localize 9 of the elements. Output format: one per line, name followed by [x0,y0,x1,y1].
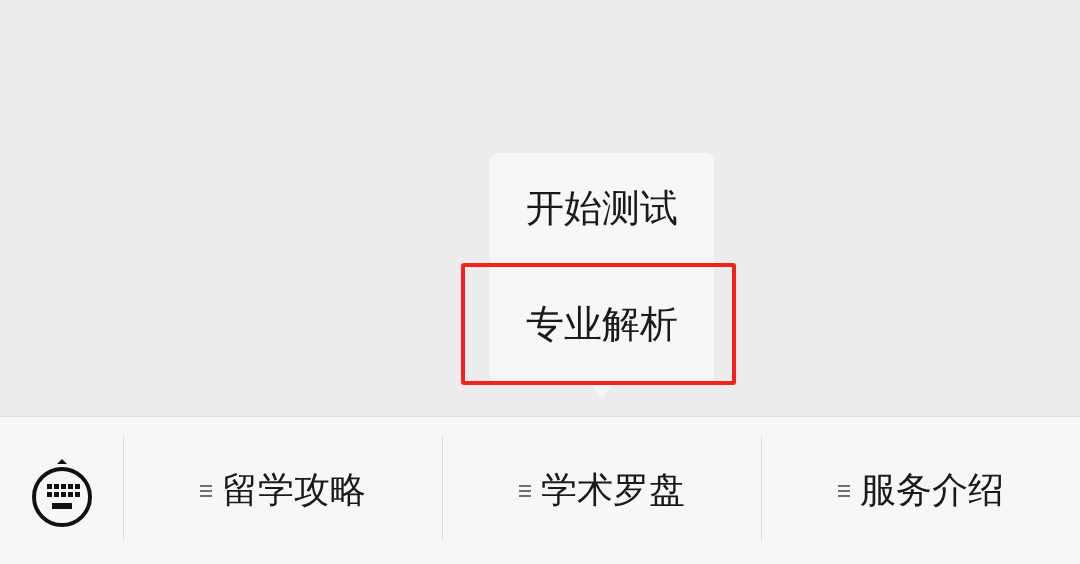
menu-button[interactable]: 学术罗盘 [519,466,685,515]
menu-button[interactable]: 留学攻略 [200,466,366,515]
popup-menu-item[interactable]: 开始测试 [490,153,714,263]
menu-lines-icon [838,483,850,498]
menu-button[interactable]: 服务介绍 [838,466,1004,515]
popup-pointer [592,385,612,398]
menu-lines-icon [200,483,212,498]
popup-menu-item[interactable]: 专业解析 [490,269,714,379]
menu-lines-icon [519,483,531,498]
